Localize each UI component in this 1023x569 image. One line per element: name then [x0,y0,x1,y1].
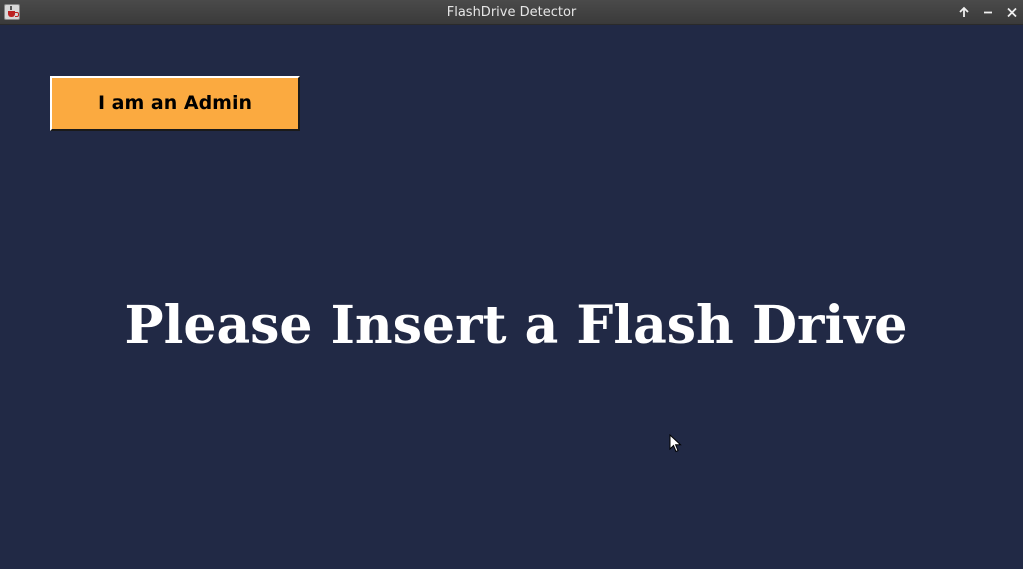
minimize-button[interactable] [978,3,998,22]
maximize-button[interactable] [954,3,974,22]
arrow-up-icon [959,6,969,17]
admin-button[interactable]: I am an Admin [50,76,300,131]
app-window: FlashDrive Detector I am an Admin Please… [0,0,1023,569]
mouse-pointer-icon [669,434,682,453]
close-icon [1007,7,1017,18]
title-bar[interactable]: FlashDrive Detector [0,0,1023,25]
minus-icon [984,11,992,14]
insert-drive-message: Please Insert a Flash Drive [124,295,908,356]
window-title: FlashDrive Detector [446,5,577,20]
close-button[interactable] [1002,3,1022,22]
